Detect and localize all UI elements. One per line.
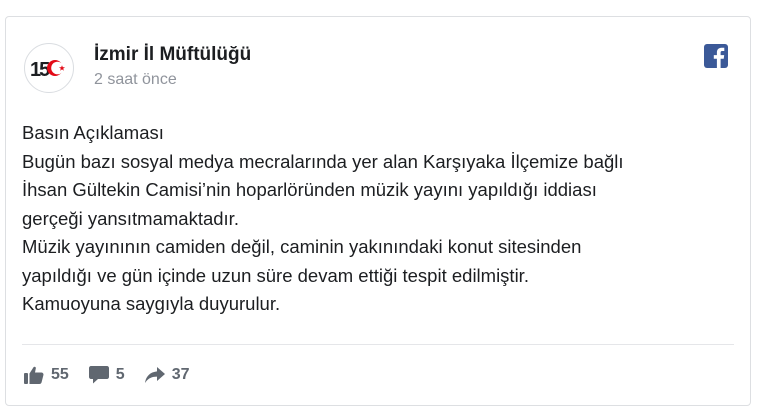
share-arrow-icon (144, 367, 165, 383)
post-line: Bugün bazı sosyal medya mecralarında yer… (22, 150, 624, 172)
facebook-post-card: 15 İzmir İl Müftülüğü 2 saat önce Basın … (5, 16, 751, 406)
comment-count: 5 (115, 366, 125, 383)
post-timestamp[interactable]: 2 saat önce (94, 71, 177, 89)
post-line: Müzik yayınının camiden değil, caminin y… (22, 236, 582, 257)
post-line: İhsan Gültekin Camisi’nin hoparlöründen … (22, 179, 597, 200)
post-line: Kamuoyuna saygıyla duyurulur. (22, 293, 281, 314)
post-line: gerçeği yansıtmamaktadır. (22, 207, 239, 229)
post-line: Basın Açıklaması (22, 122, 164, 143)
post-actions: 55 5 37 (24, 366, 210, 384)
comment-bubble-icon (88, 366, 109, 384)
post-line: yapıldığı ve gün içinde uzun süre devam … (22, 264, 529, 286)
divider (22, 344, 734, 345)
like-button[interactable]: 55 (24, 366, 69, 384)
post-author[interactable]: İzmir İl Müftülüğü (94, 44, 251, 66)
like-count: 55 (51, 366, 69, 383)
crescent-star-logo: 15 (30, 59, 65, 81)
avatar-number: 15 (30, 59, 50, 81)
share-button[interactable]: 37 (144, 366, 190, 384)
share-count: 37 (171, 366, 190, 383)
facebook-icon[interactable] (704, 44, 728, 68)
post-body: Basın Açıklaması Bugün bazı sosyal medya… (22, 119, 737, 319)
comment-button[interactable]: 5 (88, 366, 125, 384)
avatar[interactable]: 15 (24, 43, 74, 93)
thumbs-up-icon (24, 366, 44, 384)
